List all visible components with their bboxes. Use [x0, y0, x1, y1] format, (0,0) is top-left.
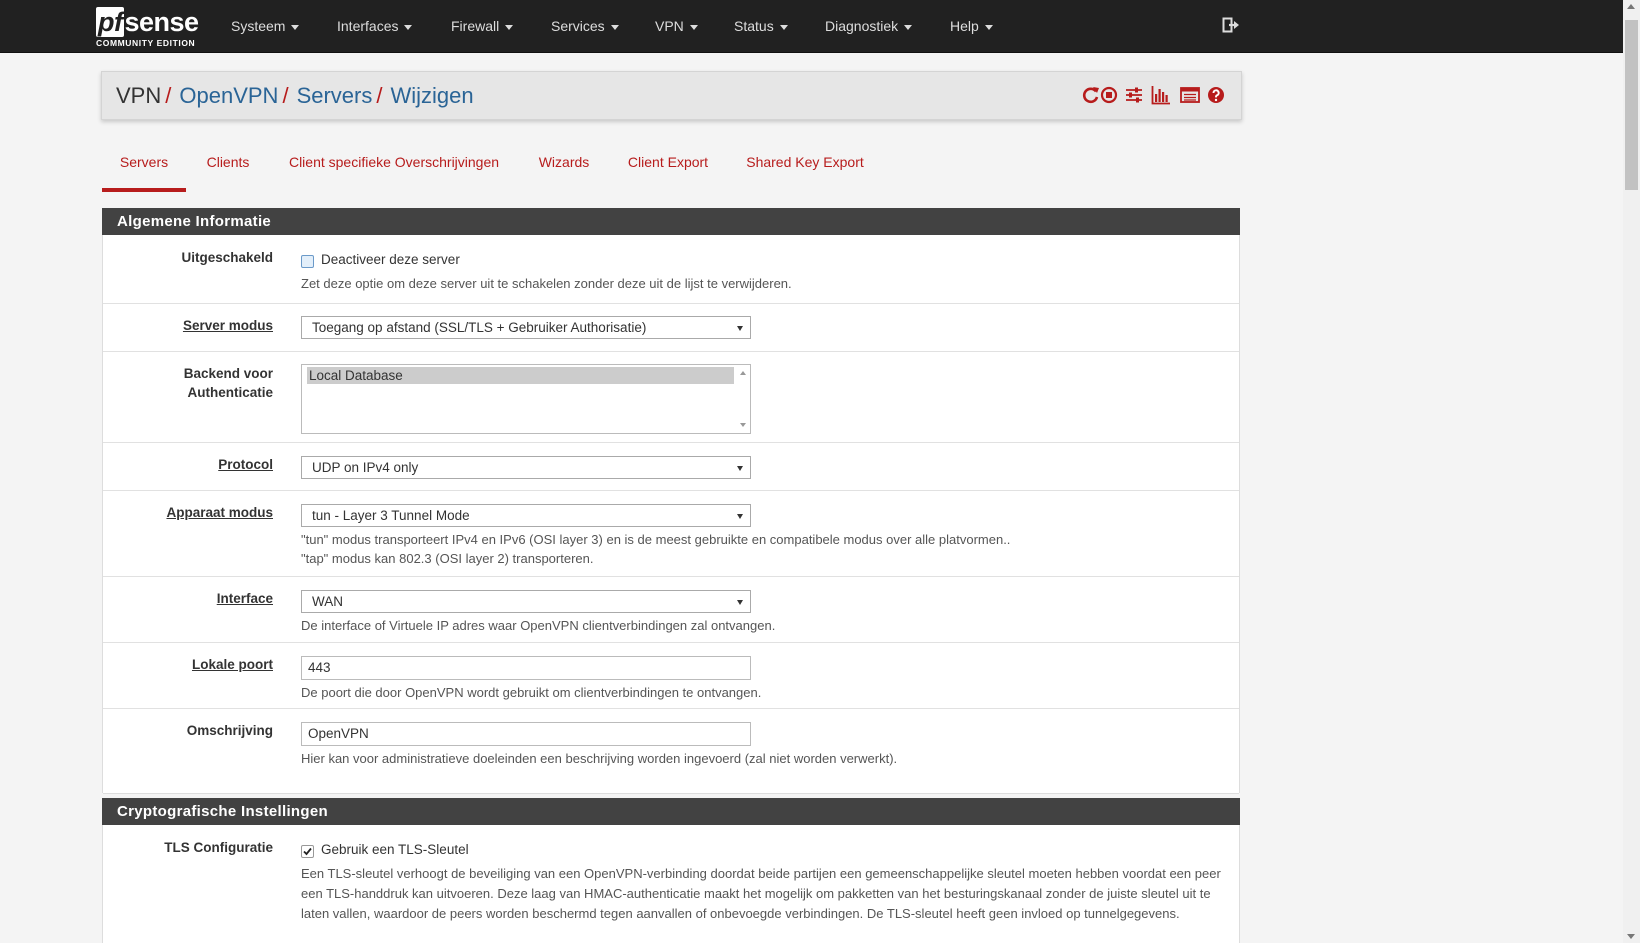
label-tls: TLS Configuratie: [164, 840, 273, 855]
auth-backend-listbox[interactable]: Local Database: [301, 364, 751, 434]
protocol-select[interactable]: UDP on IPv4 only: [301, 456, 751, 479]
breadcrumb-separator: /: [165, 83, 172, 108]
breadcrumb-servers[interactable]: Servers: [297, 83, 373, 108]
caret-down-icon: [904, 24, 913, 30]
label-description: Omschrijving: [186, 723, 273, 738]
section-heading-general: Algemene Informatie: [102, 208, 1240, 235]
server-edit-panel: Algemene Informatie Uitgeschakeld Deacti…: [102, 208, 1240, 943]
row-local-port: Lokale poort 443 De poort die door OpenV…: [103, 643, 1239, 709]
pfsense-logo[interactable]: pfsense COMMUNITY EDITION: [96, 7, 206, 49]
nav-status[interactable]: Status: [734, 0, 788, 52]
caret-down-icon: [291, 24, 300, 30]
breadcrumb-openvpn[interactable]: OpenVPN: [179, 83, 278, 108]
row-interface: Interface WAN De interface of Virtuele I…: [103, 577, 1239, 643]
caret-down-icon: [689, 24, 698, 30]
tab-clients[interactable]: Clients: [198, 140, 258, 188]
tab-shared-key-export[interactable]: Shared Key Export: [738, 140, 872, 188]
label-disabled: Uitgeschakeld: [181, 250, 273, 265]
disable-server-checkbox-label[interactable]: Deactiveer deze server: [321, 251, 460, 269]
logo-pf: pf: [96, 7, 125, 37]
dropdown-arrow-icon: [737, 326, 743, 331]
listbox-scroll-up-icon[interactable]: [740, 371, 746, 375]
dropdown-arrow-icon: [737, 466, 743, 471]
interface-select[interactable]: WAN: [301, 590, 751, 613]
label-device-mode[interactable]: Apparaat modus: [166, 503, 273, 523]
nav-interfaces[interactable]: Interfaces: [337, 0, 413, 52]
help-question-icon[interactable]: [1207, 85, 1225, 105]
row-auth-backend: Backend voor Authenticatie Local Database: [103, 352, 1239, 443]
section-body-general: Uitgeschakeld Deactiveer deze server Zet…: [102, 235, 1240, 794]
logout-icon[interactable]: [1222, 16, 1240, 34]
help-interface: De interface of Virtuele IP adres waar O…: [301, 618, 776, 633]
nav-systeem[interactable]: Systeem: [231, 0, 300, 52]
tab-client-export[interactable]: Client Export: [622, 140, 714, 188]
server-mode-select[interactable]: Toegang op afstand (SSL/TLS + Gebruiker …: [301, 316, 751, 339]
scroll-down-arrow-icon[interactable]: [1627, 934, 1635, 939]
restart-service-icon[interactable]: [1082, 85, 1100, 105]
row-device-mode: Apparaat modus tun - Layer 3 Tunnel Mode…: [103, 491, 1239, 577]
label-protocol[interactable]: Protocol: [218, 455, 273, 475]
nav-firewall[interactable]: Firewall: [451, 0, 514, 52]
status-chart-icon[interactable]: [1151, 85, 1171, 105]
settings-sliders-icon[interactable]: [1125, 85, 1143, 105]
row-protocol: Protocol UDP on IPv4 only: [103, 443, 1239, 491]
tab-servers[interactable]: Servers: [102, 140, 186, 192]
label-interface[interactable]: Interface: [217, 589, 273, 609]
disable-server-checkbox[interactable]: [301, 255, 314, 268]
caret-down-icon: [984, 24, 993, 30]
tab-client-overrides[interactable]: Client specifieke Overschrijvingen: [282, 140, 506, 188]
scroll-up-arrow-icon[interactable]: [1627, 4, 1635, 9]
tls-key-checkbox[interactable]: [301, 845, 314, 858]
caret-down-icon: [610, 24, 619, 30]
section-body-crypto: TLS Configuratie Gebruik een TLS-Sleutel…: [102, 825, 1240, 943]
nav-help[interactable]: Help: [950, 0, 993, 52]
top-navbar: pfsense COMMUNITY EDITION Systeem Interf…: [0, 0, 1623, 53]
help-device-mode-tun: "tun" modus transporteert IPv4 en IPv6 (…: [301, 532, 1011, 547]
nav-vpn[interactable]: VPN: [655, 0, 698, 52]
row-server-mode: Server modus Toegang op afstand (SSL/TLS…: [103, 304, 1239, 352]
label-server-mode[interactable]: Server modus: [183, 316, 273, 336]
logo-edition: COMMUNITY EDITION: [96, 38, 196, 48]
help-disabled: Zet deze optie om deze server uit te sch…: [301, 276, 792, 291]
caret-down-icon: [404, 24, 413, 30]
row-disabled: Uitgeschakeld Deactiveer deze server Zet…: [103, 235, 1239, 304]
checkmark-icon: [303, 847, 312, 856]
dropdown-arrow-icon: [737, 600, 743, 605]
stop-service-icon[interactable]: [1100, 85, 1118, 105]
tls-key-checkbox-label[interactable]: Gebruik een TLS-Sleutel: [321, 841, 469, 859]
caret-down-icon: [505, 24, 514, 30]
log-list-icon[interactable]: [1180, 85, 1200, 105]
description-input[interactable]: OpenVPN: [301, 722, 751, 746]
tab-wizards[interactable]: Wizards: [530, 140, 598, 188]
logo-sense: sense: [124, 7, 199, 37]
help-tls: Een TLS-sleutel verhoogt de beveiliging …: [301, 866, 1221, 921]
listbox-scroll-down-icon[interactable]: [740, 423, 746, 427]
dropdown-arrow-icon: [737, 514, 743, 519]
device-mode-select[interactable]: tun - Layer 3 Tunnel Mode: [301, 504, 751, 527]
local-port-input[interactable]: 443: [301, 656, 751, 680]
breadcrumb-vpn: VPN: [116, 83, 162, 108]
label-auth-backend: Backend voor Authenticatie: [183, 366, 273, 400]
row-description: Omschrijving OpenVPN Hier kan voor admin…: [103, 709, 1239, 794]
row-tls: TLS Configuratie Gebruik een TLS-Sleutel…: [103, 825, 1239, 943]
breadcrumb: VPN / OpenVPN / Servers / Wijzigen: [116, 72, 474, 119]
auth-backend-option[interactable]: Local Database: [307, 367, 734, 384]
scrollbar-thumb[interactable]: [1625, 20, 1638, 190]
help-local-port: De poort die door OpenVPN wordt gebruikt…: [301, 685, 762, 700]
help-description: Hier kan voor administratieve doeleinden…: [301, 751, 898, 766]
page-scrollbar[interactable]: [1623, 0, 1640, 943]
breadcrumb-separator: /: [282, 83, 289, 108]
label-local-port[interactable]: Lokale poort: [192, 655, 273, 675]
caret-down-icon: [779, 24, 788, 30]
section-heading-crypto: Cryptografische Instellingen: [102, 798, 1240, 825]
breadcrumb-bar: VPN / OpenVPN / Servers / Wijzigen: [101, 71, 1242, 120]
nav-services[interactable]: Services: [551, 0, 619, 52]
breadcrumb-wijzigen[interactable]: Wijzigen: [390, 83, 473, 108]
nav-diagnostiek[interactable]: Diagnostiek: [825, 0, 913, 52]
breadcrumb-separator: /: [376, 83, 383, 108]
help-device-mode-tap: "tap" modus kan 802.3 (OSI layer 2) tran…: [301, 551, 594, 566]
